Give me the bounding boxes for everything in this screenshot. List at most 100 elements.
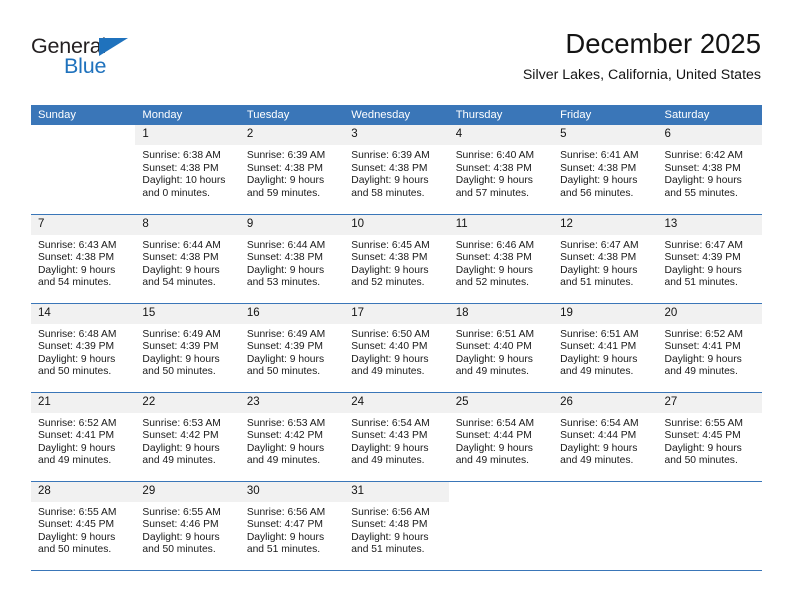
daylight-duration-line2: and 50 minutes. xyxy=(38,544,112,556)
calendar-day-cell-empty xyxy=(553,480,658,570)
day-details: Sunrise: 6:54 AM Sunset: 4:44 PM Daylight:… xyxy=(449,413,553,468)
day-details: Sunrise: 6:54 AM Sunset: 4:43 PM Daylight:… xyxy=(344,413,448,468)
calendar-day-cell[interactable]: 22 Sunrise: 6:53 AM Sunset: 4:42 PM Dayligh… xyxy=(135,391,240,481)
title-block: December 2025 Silver Lakes, California, … xyxy=(523,28,761,84)
weekday-header-thursday: Thursday xyxy=(448,105,554,125)
daylight-duration-line1: Daylight: 9 hours xyxy=(664,442,742,454)
sunrise-time: Sunrise: 6:39 AM xyxy=(246,150,326,161)
calendar-table: Sunday Monday Tuesday Wednesday Thursday… xyxy=(31,105,762,570)
day-number: 10 xyxy=(344,214,449,235)
day-number: 21 xyxy=(31,392,136,413)
calendar-page: General Blue December 2025 Silver Lakes,… xyxy=(0,0,792,612)
day-number: 19 xyxy=(553,303,658,324)
sunset-time: Sunset: 4:46 PM xyxy=(142,519,219,531)
daylight-duration-line2: and 54 minutes. xyxy=(38,277,112,289)
day-details: Sunrise: 6:48 AM Sunset: 4:39 PM Daylight:… xyxy=(31,324,135,379)
calendar-day-cell[interactable]: 19 Sunrise: 6:51 AM Sunset: 4:41 PM Dayligh… xyxy=(553,302,658,392)
day-number: 29 xyxy=(135,481,240,502)
calendar-week-row: 21 Sunrise: 6:52 AM Sunset: 4:41 PM Dayligh… xyxy=(31,391,762,481)
calendar-week-row: 1 Sunrise: 6:38 AM Sunset: 4:38 PM Daylight… xyxy=(31,125,762,214)
daylight-duration-line2: and 49 minutes. xyxy=(455,366,529,378)
calendar-day-cell[interactable]: 16 Sunrise: 6:49 AM Sunset: 4:39 PM Dayligh… xyxy=(239,302,345,392)
calendar-day-cell[interactable]: 21 Sunrise: 6:52 AM Sunset: 4:41 PM Dayligh… xyxy=(31,391,136,481)
calendar-day-cell[interactable]: 10 Sunrise: 6:45 AM Sunset: 4:38 PM Dayligh… xyxy=(344,213,449,303)
calendar-day-cell[interactable]: 26 Sunrise: 6:54 AM Sunset: 4:44 PM Dayligh… xyxy=(553,391,658,481)
day-number: 15 xyxy=(135,303,240,324)
sunset-time: Sunset: 4:38 PM xyxy=(142,162,219,174)
sunrise-time: Sunrise: 6:53 AM xyxy=(246,417,326,429)
day-details: Sunrise: 6:53 AM Sunset: 4:42 PM Daylight:… xyxy=(135,413,239,468)
sunrise-time: Sunrise: 6:48 AM xyxy=(38,328,117,340)
calendar-body: 1 Sunrise: 6:38 AM Sunset: 4:38 PM Daylight… xyxy=(31,125,762,570)
general-blue-logo[interactable]: General Blue xyxy=(31,35,211,88)
calendar-day-cell[interactable]: 11 Sunrise: 6:46 AM Sunset: 4:38 PM Dayligh… xyxy=(448,213,554,303)
sunrise-time: Sunrise: 6:46 AM xyxy=(455,239,535,251)
calendar-day-cell[interactable]: 27 Sunrise: 6:55 AM Sunset: 4:45 PM Dayligh… xyxy=(657,391,762,481)
calendar-day-cell[interactable]: 23 Sunrise: 6:53 AM Sunset: 4:42 PM Dayligh… xyxy=(239,391,345,481)
calendar-day-cell[interactable]: 12 Sunrise: 6:47 AM Sunset: 4:38 PM Dayligh… xyxy=(553,213,658,303)
calendar-day-cell[interactable]: 17 Sunrise: 6:50 AM Sunset: 4:40 PM Dayligh… xyxy=(344,302,449,392)
daylight-duration-line2: and 57 minutes. xyxy=(455,187,529,199)
daylight-duration-line1: Daylight: 9 hours xyxy=(351,264,429,276)
calendar-day-cell[interactable]: 13 Sunrise: 6:47 AM Sunset: 4:39 PM Dayligh… xyxy=(657,213,762,303)
calendar-day-cell-empty xyxy=(448,480,554,570)
calendar-day-cell[interactable]: 31 Sunrise: 6:56 AM Sunset: 4:48 PM Dayligh… xyxy=(344,480,449,570)
calendar-week-row: 28 Sunrise: 6:55 AM Sunset: 4:45 PM Dayligh… xyxy=(31,480,762,570)
calendar-day-cell[interactable]: 5 Sunrise: 6:41 AM Sunset: 4:38 PM Daylight… xyxy=(553,125,658,214)
calendar-day-cell[interactable]: 2 Sunrise: 6:39 AM Sunset: 4:38 PM Daylight… xyxy=(239,125,345,214)
sunset-time: Sunset: 4:38 PM xyxy=(351,162,428,174)
daylight-duration-line2: and 0 minutes. xyxy=(142,187,210,199)
day-details: Sunrise: 6:47 AM Sunset: 4:39 PM Daylight:… xyxy=(658,235,762,290)
daylight-duration-line2: and 51 minutes. xyxy=(246,544,321,556)
day-number: 6 xyxy=(657,125,762,145)
sunrise-time: Sunrise: 6:51 AM xyxy=(560,328,639,340)
daylight-duration-line2: and 49 minutes. xyxy=(560,455,634,467)
sunrise-time: Sunrise: 6:53 AM xyxy=(142,417,221,429)
calendar-day-cell[interactable]: 4 Sunrise: 6:40 AM Sunset: 4:38 PM Daylight… xyxy=(448,125,554,214)
calendar-day-cell[interactable]: 18 Sunrise: 6:51 AM Sunset: 4:40 PM Dayligh… xyxy=(448,302,554,392)
sunrise-time: Sunrise: 6:44 AM xyxy=(246,239,326,251)
calendar-day-cell[interactable]: 30 Sunrise: 6:56 AM Sunset: 4:47 PM Dayligh… xyxy=(239,480,345,570)
calendar-day-cell[interactable]: 7 Sunrise: 6:43 AM Sunset: 4:38 PM Daylight… xyxy=(31,213,136,303)
calendar-day-cell[interactable]: 28 Sunrise: 6:55 AM Sunset: 4:45 PM Dayligh… xyxy=(31,480,136,570)
calendar-week-row: 7 Sunrise: 6:43 AM Sunset: 4:38 PM Daylight… xyxy=(31,213,762,303)
day-number xyxy=(448,481,554,502)
daylight-duration-line1: Daylight: 9 hours xyxy=(664,264,742,276)
calendar-day-cell[interactable]: 3 Sunrise: 6:39 AM Sunset: 4:38 PM Daylight… xyxy=(344,125,449,214)
calendar-day-cell[interactable]: 8 Sunrise: 6:44 AM Sunset: 4:38 PM Daylight… xyxy=(135,213,240,303)
day-details: Sunrise: 6:47 AM Sunset: 4:38 PM Daylight:… xyxy=(553,235,657,290)
day-number: 14 xyxy=(31,303,136,324)
weekday-header-friday: Friday xyxy=(553,105,658,125)
sunrise-time: Sunrise: 6:43 AM xyxy=(38,239,117,251)
calendar-day-cell[interactable]: 29 Sunrise: 6:55 AM Sunset: 4:46 PM Dayligh… xyxy=(135,480,240,570)
page-subtitle: Silver Lakes, California, United States xyxy=(522,67,761,84)
sunrise-time: Sunrise: 6:38 AM xyxy=(142,150,221,161)
calendar-day-cell[interactable]: 25 Sunrise: 6:54 AM Sunset: 4:44 PM Dayligh… xyxy=(448,391,554,481)
daylight-duration-line1: Daylight: 9 hours xyxy=(455,175,533,187)
daylight-duration-line1: Daylight: 10 hours xyxy=(142,175,226,187)
day-number: 9 xyxy=(239,214,345,235)
daylight-duration-line2: and 49 minutes. xyxy=(351,455,425,467)
sunset-time: Sunset: 4:38 PM xyxy=(142,252,219,264)
page-header: General Blue December 2025 Silver Lakes,… xyxy=(31,28,761,96)
daylight-duration-line2: and 50 minutes. xyxy=(664,455,738,467)
daylight-duration-line1: Daylight: 9 hours xyxy=(38,531,116,543)
day-number: 27 xyxy=(657,392,762,413)
sunset-time: Sunset: 4:38 PM xyxy=(246,162,323,174)
day-number xyxy=(657,481,762,502)
daylight-duration-line1: Daylight: 9 hours xyxy=(455,353,533,365)
calendar-day-cell[interactable]: 15 Sunrise: 6:49 AM Sunset: 4:39 PM Dayligh… xyxy=(135,302,240,392)
sunset-time: Sunset: 4:38 PM xyxy=(560,252,637,264)
calendar-day-cell[interactable]: 6 Sunrise: 6:42 AM Sunset: 4:38 PM Daylight… xyxy=(657,125,762,214)
sunset-time: Sunset: 4:38 PM xyxy=(246,252,323,264)
calendar-day-cell[interactable]: 1 Sunrise: 6:38 AM Sunset: 4:38 PM Daylight… xyxy=(135,125,240,214)
calendar-day-cell[interactable]: 24 Sunrise: 6:54 AM Sunset: 4:43 PM Dayligh… xyxy=(344,391,449,481)
calendar-day-cell[interactable]: 9 Sunrise: 6:44 AM Sunset: 4:38 PM Daylight… xyxy=(239,213,345,303)
day-details: Sunrise: 6:45 AM Sunset: 4:38 PM Daylight:… xyxy=(344,235,448,290)
calendar-day-cell[interactable]: 20 Sunrise: 6:52 AM Sunset: 4:41 PM Dayligh… xyxy=(657,302,762,392)
day-number: 24 xyxy=(344,392,449,413)
sunset-time: Sunset: 4:38 PM xyxy=(455,162,532,174)
calendar-day-cell[interactable]: 14 Sunrise: 6:48 AM Sunset: 4:39 PM Dayligh… xyxy=(31,302,136,392)
sunset-time: Sunset: 4:39 PM xyxy=(38,341,115,353)
day-details: Sunrise: 6:56 AM Sunset: 4:47 PM Daylight:… xyxy=(240,502,344,557)
